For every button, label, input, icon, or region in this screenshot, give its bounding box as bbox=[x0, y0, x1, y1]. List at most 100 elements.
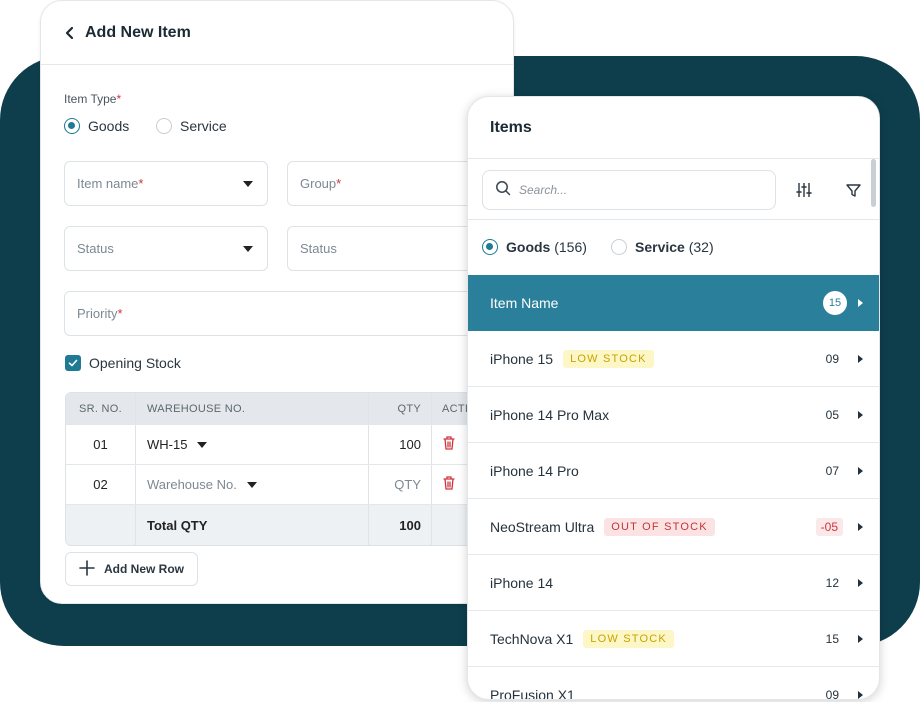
item-qty: -05 bbox=[815, 517, 843, 536]
total-empty-cell bbox=[66, 505, 136, 545]
status-placeholder-1: Status bbox=[77, 241, 114, 256]
segment-service[interactable]: Service (32) bbox=[611, 239, 714, 255]
radio-service-label: Service bbox=[180, 118, 227, 134]
list-item[interactable]: ProFusion X1 09 bbox=[468, 667, 879, 700]
priority-select[interactable]: Priority * bbox=[64, 291, 513, 336]
items-list: Item Name 15 iPhone 15 LOW STOCK 09 iPho… bbox=[468, 275, 879, 700]
caret-right-icon bbox=[858, 410, 863, 419]
item-qty: 09 bbox=[825, 351, 839, 366]
items-header: Items bbox=[468, 97, 879, 159]
trash-icon[interactable] bbox=[442, 435, 456, 454]
item-qty: 07 bbox=[825, 463, 839, 478]
col-sr-no: SR. NO. bbox=[66, 393, 136, 424]
caret-right-icon bbox=[858, 690, 863, 699]
item-name: iPhone 14 Pro bbox=[490, 462, 579, 479]
opening-stock-label: Opening Stock bbox=[89, 355, 181, 371]
low-stock-badge: LOW STOCK bbox=[583, 629, 674, 648]
radio-service-indicator[interactable] bbox=[156, 118, 172, 134]
warehouse-table: SR. NO. WAREHOUSE NO. QTY ACTIONS 01 WH-… bbox=[65, 392, 485, 546]
list-header-label: Item Name bbox=[490, 295, 559, 311]
total-value: 100 bbox=[369, 505, 432, 545]
status-select-1[interactable]: Status bbox=[64, 226, 268, 271]
item-name: NeoStream Ultra bbox=[490, 518, 595, 535]
caret-right-icon bbox=[858, 354, 863, 363]
radio-goods-label: Goods bbox=[88, 118, 130, 134]
caret-right-icon bbox=[858, 299, 863, 307]
sliders-icon[interactable] bbox=[794, 180, 814, 200]
back-chevron-icon[interactable] bbox=[63, 26, 77, 40]
row-sr: 02 bbox=[66, 465, 136, 504]
warehouse-value: WH-15 bbox=[147, 437, 188, 452]
radio-goods-indicator[interactable] bbox=[64, 118, 80, 134]
item-type-label: Item Type* bbox=[64, 92, 121, 106]
list-item[interactable]: iPhone 14 Pro Max 05 bbox=[468, 387, 879, 443]
plus-icon bbox=[79, 559, 95, 579]
item-qty: 09 bbox=[825, 687, 839, 700]
radio-goods[interactable]: Goods bbox=[64, 118, 129, 134]
out-of-stock-badge: OUT OF STOCK bbox=[604, 517, 715, 536]
add-new-row-label: Add New Row bbox=[104, 562, 184, 576]
low-stock-badge: LOW STOCK bbox=[563, 349, 654, 368]
table-row: 01 WH-15 100 bbox=[66, 425, 484, 465]
item-name-placeholder: Item name bbox=[77, 176, 139, 191]
item-name: iPhone 15 bbox=[490, 350, 554, 367]
item-name: iPhone 14 bbox=[490, 574, 554, 591]
items-card: Items Goods (156) Service (32) Item Name… bbox=[467, 96, 880, 700]
filter-icon[interactable] bbox=[843, 180, 863, 200]
total-label: Total QTY bbox=[136, 505, 369, 545]
group-placeholder: Group bbox=[300, 176, 337, 191]
list-item[interactable]: iPhone 14 Pro 07 bbox=[468, 443, 879, 499]
warehouse-select[interactable]: Warehouse No. bbox=[136, 465, 369, 504]
add-item-header: Add New Item bbox=[41, 1, 513, 65]
segment-goods[interactable]: Goods (156) bbox=[482, 239, 587, 255]
search-icon bbox=[495, 180, 511, 201]
table-header-row: SR. NO. WAREHOUSE NO. QTY ACTIONS bbox=[66, 393, 484, 425]
search-input[interactable] bbox=[519, 183, 749, 197]
required-mark: * bbox=[117, 306, 123, 321]
warehouse-select[interactable]: WH-15 bbox=[136, 425, 369, 464]
caret-right-icon bbox=[858, 578, 863, 587]
segment-goods-count: (156) bbox=[554, 239, 587, 255]
list-item[interactable]: iPhone 15 LOW STOCK 09 bbox=[468, 331, 879, 387]
radio-service[interactable]: Service bbox=[156, 118, 227, 134]
required-mark: * bbox=[336, 176, 342, 191]
scrollbar[interactable] bbox=[871, 159, 876, 207]
segment-service-indicator[interactable] bbox=[611, 239, 627, 255]
opening-stock-toggle[interactable]: Opening Stock bbox=[65, 355, 181, 371]
item-count-badge: 15 bbox=[823, 291, 847, 315]
opening-stock-checkbox[interactable] bbox=[65, 355, 81, 371]
item-name: iPhone 14 Pro Max bbox=[490, 406, 610, 423]
add-new-item-card: Add New Item Item Type* Goods Service It… bbox=[40, 0, 514, 604]
item-qty: 12 bbox=[825, 575, 839, 590]
segment-service-label: Service bbox=[635, 239, 685, 255]
warehouse-placeholder: Warehouse No. bbox=[147, 477, 237, 492]
total-row: Total QTY 100 bbox=[66, 505, 484, 545]
add-new-row-button[interactable]: Add New Row bbox=[65, 552, 198, 586]
segment-goods-indicator[interactable] bbox=[482, 239, 498, 255]
col-warehouse: WAREHOUSE NO. bbox=[136, 393, 369, 424]
item-qty: 15 bbox=[825, 631, 839, 646]
search-box[interactable] bbox=[482, 170, 776, 210]
caret-right-icon bbox=[858, 522, 863, 531]
trash-icon[interactable] bbox=[442, 475, 456, 494]
item-name: ProFusion X1 bbox=[490, 686, 575, 700]
chevron-down-icon bbox=[243, 246, 253, 252]
divider bbox=[468, 219, 879, 220]
list-item[interactable]: TechNova X1 LOW STOCK 15 bbox=[468, 611, 879, 667]
required-mark: * bbox=[116, 92, 122, 106]
item-name-select[interactable]: Item name * bbox=[64, 161, 268, 206]
chevron-down-icon bbox=[243, 181, 253, 187]
table-row: 02 Warehouse No. QTY bbox=[66, 465, 484, 505]
item-name: TechNova X1 bbox=[490, 630, 574, 647]
items-title: Items bbox=[490, 118, 532, 136]
row-sr: 01 bbox=[66, 425, 136, 464]
list-item[interactable]: NeoStream Ultra OUT OF STOCK -05 bbox=[468, 499, 879, 555]
qty-input[interactable]: QTY bbox=[369, 465, 432, 504]
list-item[interactable]: iPhone 14 12 bbox=[468, 555, 879, 611]
chevron-down-icon bbox=[246, 481, 257, 488]
item-type-label-text: Item Type bbox=[64, 92, 117, 106]
qty-input[interactable]: 100 bbox=[369, 425, 432, 464]
caret-right-icon bbox=[858, 466, 863, 475]
list-header-row[interactable]: Item Name 15 bbox=[468, 275, 879, 331]
priority-placeholder: Priority bbox=[77, 306, 118, 321]
